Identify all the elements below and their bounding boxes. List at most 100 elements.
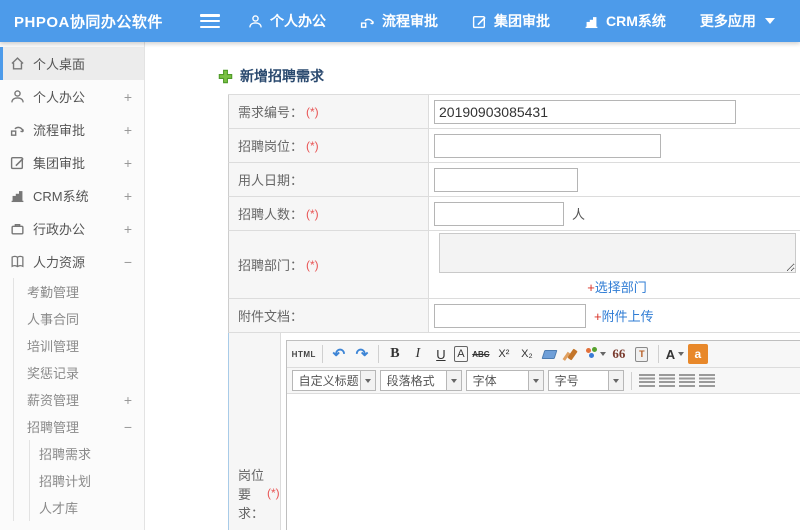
sidebar-item-attendance[interactable]: 考勤管理	[14, 278, 144, 305]
app-header: PHPOA协同办公软件 个人办公 流程审批 集团审批 CRM系统 更多应用	[0, 0, 800, 42]
field-label: 招聘部门： (*)	[229, 231, 429, 298]
sidebar-item-salary[interactable]: 薪资管理 +	[14, 386, 144, 413]
redo-button[interactable]: ↷	[352, 344, 372, 364]
sidebar-item-hr-contract[interactable]: 人事合同	[14, 305, 144, 332]
required-mark: (*)	[306, 104, 319, 119]
sidebar-item-workflow-approval[interactable]: 流程审批 +	[0, 113, 144, 146]
required-mark: (*)	[267, 486, 280, 500]
font-size-combo[interactable]: 字号	[547, 370, 624, 391]
align-justify-button[interactable]	[698, 374, 715, 387]
sidebar-item-personal-desktop[interactable]: 个人桌面	[0, 47, 144, 80]
collapse-icon: −	[123, 253, 132, 270]
nav-label: 集团审批	[494, 13, 550, 29]
plus-sign: +	[594, 309, 602, 324]
sidebar-item-crm-system[interactable]: CRM系统 +	[0, 179, 144, 212]
sidebar-item-label: 集团审批	[33, 156, 86, 171]
menu-toggle-icon[interactable]	[200, 14, 220, 28]
sidebar-item-recruit-mgmt[interactable]: 招聘管理 −	[14, 413, 144, 440]
nav-group-approval[interactable]: 集团审批	[472, 11, 550, 31]
sidebar: 个人桌面 个人办公 + 流程审批 + 集团审批 + CRM系统 + 行政办公 +…	[0, 42, 145, 530]
field-label: 附件文档：	[229, 299, 429, 332]
align-left-button[interactable]	[638, 374, 655, 387]
char-border-button[interactable]: A	[453, 346, 468, 362]
caret-down-icon	[364, 378, 371, 383]
combo-caret-button[interactable]	[359, 371, 375, 390]
format-painter-button[interactable]	[563, 344, 583, 364]
position-input[interactable]	[434, 133, 661, 158]
hire-date-input[interactable]	[434, 167, 578, 192]
chart-icon	[584, 14, 599, 29]
sidebar-item-label: 招聘计划	[39, 474, 92, 489]
expand-icon: +	[123, 220, 132, 237]
paste-button[interactable]: T	[632, 344, 652, 364]
sidebar-item-group-approval[interactable]: 集团审批 +	[0, 146, 144, 179]
flow-icon	[10, 122, 25, 137]
department-textarea[interactable]	[438, 233, 796, 273]
sidebar-item-training[interactable]: 培训管理	[14, 332, 144, 359]
form-row-date: 用人日期：	[228, 163, 800, 197]
nav-label: 更多应用	[699, 13, 756, 29]
flow-icon	[360, 14, 375, 29]
sidebar-item-rewards[interactable]: 奖惩记录	[14, 359, 144, 386]
italic-button[interactable]: I	[408, 344, 428, 364]
html-source-button[interactable]: HTML	[292, 344, 316, 364]
field-label: 用人日期：	[229, 163, 429, 196]
strikethrough-button[interactable]: ABC	[471, 344, 491, 364]
sidebar-item-label: 招聘需求	[39, 447, 92, 462]
brush-icon	[567, 348, 579, 360]
align-right-button[interactable]	[678, 374, 695, 387]
custom-title-combo[interactable]: 自定义标题	[291, 370, 376, 391]
nav-workflow-approval[interactable]: 流程审批	[360, 11, 438, 31]
caret-down-icon	[532, 378, 539, 383]
nav-personal-office[interactable]: 个人办公	[248, 11, 326, 31]
select-department-link[interactable]: 选择部门	[595, 280, 647, 295]
combo-caret-button[interactable]	[607, 371, 623, 390]
underline-button[interactable]: U	[431, 344, 451, 364]
attachment-upload-link[interactable]: 附件上传	[602, 309, 654, 324]
bg-color-button[interactable]: a	[687, 344, 708, 364]
demand-no-input[interactable]	[434, 99, 736, 124]
sidebar-item-personal-office[interactable]: 个人办公 +	[0, 80, 144, 113]
headcount-input[interactable]	[434, 201, 564, 226]
eraser-button[interactable]	[540, 344, 560, 364]
nav-crm-system[interactable]: CRM系统	[584, 11, 666, 31]
form-row-position: 招聘岗位： (*)	[228, 129, 800, 163]
eraser-icon	[541, 349, 558, 359]
undo-button[interactable]: ↶	[329, 344, 349, 364]
sidebar-item-recruit-plan[interactable]: 招聘计划	[30, 467, 144, 494]
required-mark: (*)	[306, 257, 319, 272]
sidebar-item-admin-office[interactable]: 行政办公 +	[0, 212, 144, 245]
combo-value: 段落格式	[386, 374, 435, 388]
superscript-button[interactable]: X²	[494, 344, 514, 364]
app-logo: PHPOA协同办公软件	[14, 13, 163, 31]
text-effect-button[interactable]	[585, 344, 606, 364]
sidebar-item-human-resources[interactable]: 人力资源 −	[0, 245, 144, 278]
form-row-headcount: 招聘人数： (*) 人	[228, 197, 800, 231]
sidebar-item-label: 流程审批	[33, 123, 86, 138]
combo-value: 字号	[554, 374, 579, 388]
sidebar-item-label: 奖惩记录	[27, 366, 80, 381]
combo-caret-button[interactable]	[527, 371, 543, 390]
subscript-button[interactable]: X₂	[517, 344, 537, 364]
paragraph-format-combo[interactable]: 段落格式	[379, 370, 462, 391]
book-icon	[10, 254, 25, 269]
nav-label: 流程审批	[382, 13, 438, 29]
align-center-button[interactable]	[658, 374, 675, 387]
caret-down-icon	[599, 352, 606, 356]
attachment-input[interactable]	[434, 303, 586, 328]
nav-more-apps[interactable]: 更多应用	[700, 11, 775, 31]
bold-button[interactable]: B	[385, 344, 405, 364]
editor-content-area[interactable]	[286, 393, 800, 530]
caret-down-icon	[612, 378, 619, 383]
font-family-combo[interactable]: 字体	[465, 370, 544, 391]
field-label: 招聘岗位： (*)	[229, 129, 429, 162]
nav-label: CRM系统	[606, 13, 666, 29]
combo-caret-button[interactable]	[445, 371, 461, 390]
plus-green-icon	[218, 69, 233, 84]
font-color-button[interactable]: A	[665, 344, 685, 364]
required-mark: (*)	[306, 138, 319, 153]
sidebar-item-talent-pool[interactable]: 人才库	[30, 494, 144, 521]
blockquote-button[interactable]: 66	[609, 344, 629, 364]
sidebar-item-recruit-demand[interactable]: 招聘需求	[30, 440, 144, 467]
sidebar-item-label: 人才库	[39, 501, 79, 516]
